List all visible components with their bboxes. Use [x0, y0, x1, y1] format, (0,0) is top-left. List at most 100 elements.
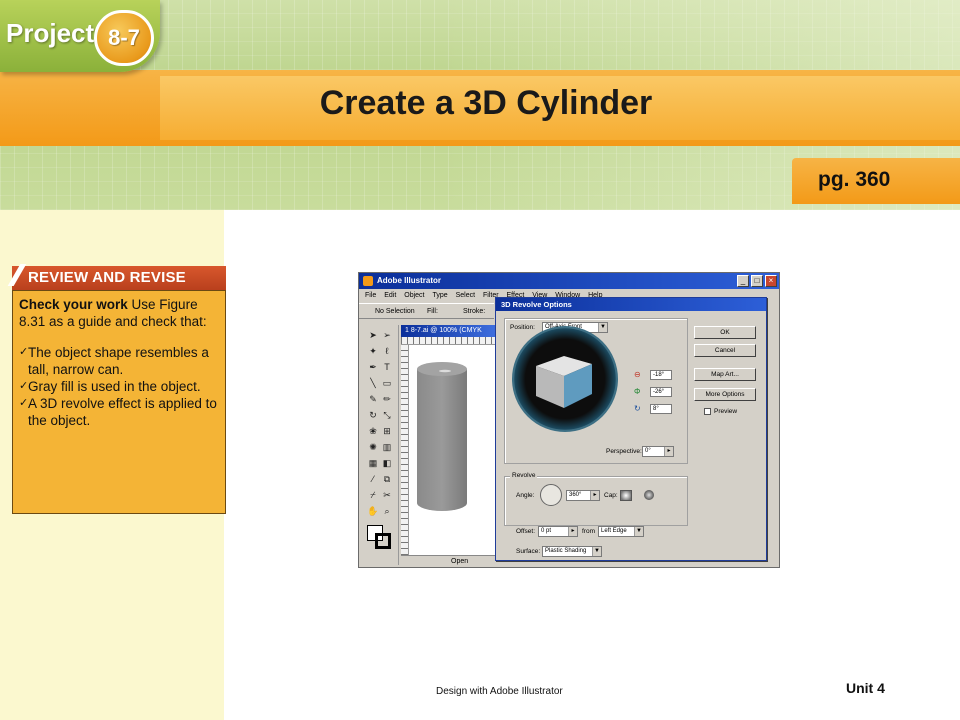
line-tool-icon[interactable]: ╲ — [367, 377, 379, 389]
more-options-button[interactable]: More Options — [694, 388, 756, 401]
scissors-tool-icon[interactable]: ✂ — [381, 489, 393, 501]
cylinder-body — [417, 369, 467, 511]
from-label: from — [582, 528, 595, 535]
horizontal-ruler — [401, 337, 497, 345]
direct-selection-tool-icon[interactable]: ➢ — [381, 329, 393, 341]
illustrator-screenshot: Adobe Illustrator _ □ × File Edit Object… — [358, 272, 780, 568]
angle-label: Angle: — [516, 492, 535, 499]
perspective-label: Perspective: — [606, 448, 642, 455]
check-icon: ✓ — [19, 346, 29, 358]
cap-on-icon[interactable] — [620, 490, 632, 501]
cap-off-icon[interactable] — [644, 490, 654, 500]
illustrator-logo-icon — [363, 276, 373, 286]
cylinder-highlight — [439, 369, 451, 373]
rotate-tool-icon[interactable]: ↻ — [367, 409, 379, 421]
menu-edit[interactable]: Edit — [384, 292, 396, 299]
preview-label: Preview — [714, 408, 738, 415]
y-axis-icon: Φ — [634, 387, 641, 396]
lasso-tool-icon[interactable]: ℓ — [381, 345, 393, 357]
check-icon: ✓ — [19, 397, 29, 409]
zoom-tool-icon[interactable]: ⌕ — [381, 505, 393, 517]
menu-select[interactable]: Select — [456, 292, 475, 299]
ok-button[interactable]: OK — [694, 326, 756, 339]
review-body: Check your work Use Figure 8.31 as a gui… — [12, 290, 226, 514]
y-angle-input[interactable]: -26° — [650, 387, 672, 397]
z-axis-icon: ↻ — [634, 404, 641, 413]
gradient-tool-icon[interactable]: ◧ — [381, 457, 393, 469]
project-number-badge: 8-7 — [94, 10, 154, 66]
chevron-right-icon: ▸ — [590, 491, 599, 500]
vertical-ruler — [401, 345, 409, 555]
scale-tool-icon[interactable]: ⤡ — [381, 409, 393, 421]
mesh-tool-icon[interactable]: ▦ — [367, 457, 379, 469]
cube-preview — [536, 356, 592, 408]
menu-object[interactable]: Object — [404, 292, 424, 299]
selection-tool-icon[interactable]: ➤ — [367, 329, 379, 341]
chevron-right-icon: ▸ — [568, 527, 577, 536]
review-header: REVIEW AND REVISE — [7, 264, 226, 290]
chevron-down-icon: ▼ — [592, 547, 601, 556]
tools-panel: ➤ ➢ ✦ ℓ ✒ T ╲ ▭ ✎ ✏ ↻ ⤡ ❀ ⊞ ✺ ▥ ▦ ◧ ⁄ ⧉ … — [361, 325, 399, 565]
x-axis-icon: ⊖ — [634, 370, 641, 379]
page-reference-tab: pg. 360 — [792, 158, 960, 204]
pen-tool-icon[interactable]: ✒ — [367, 361, 379, 373]
slice-tool-icon[interactable]: ⌿ — [367, 489, 379, 501]
status-bar: Open — [401, 555, 497, 567]
3d-revolve-dialog: 3D Revolve Options Position: Off-Axis Fr… — [495, 297, 767, 561]
from-select[interactable]: Left Edge ▼ — [598, 526, 644, 537]
project-label: Project — [6, 18, 95, 48]
offset-input[interactable]: 0 pt ▸ — [538, 526, 578, 537]
perspective-input[interactable]: 0° ▸ — [642, 446, 674, 457]
dialog-title: 3D Revolve Options — [501, 300, 572, 309]
angle-input[interactable]: 360° ▸ — [566, 490, 600, 501]
document-tab[interactable]: 1 8-7.ai @ 100% (CMYK — [401, 325, 497, 337]
free-transform-tool-icon[interactable]: ⊞ — [381, 425, 393, 437]
warp-tool-icon[interactable]: ❀ — [367, 425, 379, 437]
course-footer: Design with Adobe Illustrator — [436, 686, 563, 697]
revolve-group — [504, 476, 688, 526]
check-icon: ✓ — [19, 380, 29, 392]
map-art-button[interactable]: Map Art... — [694, 368, 756, 381]
revolve-group-label: Revolve — [510, 472, 538, 479]
rotation-trackball[interactable] — [512, 326, 618, 432]
page-reference: pg. 360 — [818, 168, 891, 191]
stroke-swatch[interactable] — [375, 533, 391, 549]
review-lead-bold: Check your work — [19, 297, 128, 312]
maximize-icon[interactable]: □ — [751, 275, 763, 287]
cap-label: Cap: — [604, 492, 618, 499]
x-angle-input[interactable]: -18° — [650, 370, 672, 380]
control-bar: No Selection Fill: Stroke: — [359, 303, 494, 319]
app-title: Adobe Illustrator — [377, 276, 442, 285]
cylinder-artwork — [417, 362, 467, 511]
review-header-label: REVIEW AND REVISE — [28, 269, 186, 286]
dialog-titlebar: 3D Revolve Options — [496, 298, 766, 311]
graph-tool-icon[interactable]: ▥ — [381, 441, 393, 453]
symbol-sprayer-tool-icon[interactable]: ✺ — [367, 441, 379, 453]
artboard-canvas[interactable] — [409, 345, 497, 555]
preview-checkbox[interactable] — [704, 408, 711, 415]
eyedropper-tool-icon[interactable]: ⁄ — [367, 473, 379, 485]
fill-label: Fill: — [427, 308, 438, 315]
review-lead: Check your work Use Figure 8.31 as a gui… — [19, 296, 219, 330]
app-titlebar: Adobe Illustrator _ □ × — [359, 273, 779, 289]
angle-dial-icon[interactable] — [540, 484, 562, 506]
magic-wand-tool-icon[interactable]: ✦ — [367, 345, 379, 357]
cancel-button[interactable]: Cancel — [694, 344, 756, 357]
surface-select[interactable]: Plastic Shading ▼ — [542, 546, 602, 557]
pencil-tool-icon[interactable]: ✏ — [381, 393, 393, 405]
type-tool-icon[interactable]: T — [381, 361, 393, 373]
rectangle-tool-icon[interactable]: ▭ — [381, 377, 393, 389]
project-tab: Project 8-7 — [0, 0, 160, 72]
checklist-item: ✓ A 3D revolve effect is applied to the o… — [19, 396, 217, 428]
z-angle-input[interactable]: 8° — [650, 404, 672, 414]
menu-type[interactable]: Type — [432, 292, 447, 299]
checklist-item: ✓ The object shape resembles a tall, narr… — [19, 345, 209, 377]
chevron-down-icon: ▼ — [634, 527, 643, 536]
menu-file[interactable]: File — [365, 292, 376, 299]
blend-tool-icon[interactable]: ⧉ — [381, 473, 393, 485]
close-icon[interactable]: × — [765, 275, 777, 287]
minimize-icon[interactable]: _ — [737, 275, 749, 287]
paintbrush-tool-icon[interactable]: ✎ — [367, 393, 379, 405]
chevron-right-icon: ▸ — [664, 447, 673, 456]
hand-tool-icon[interactable]: ✋ — [367, 505, 379, 517]
